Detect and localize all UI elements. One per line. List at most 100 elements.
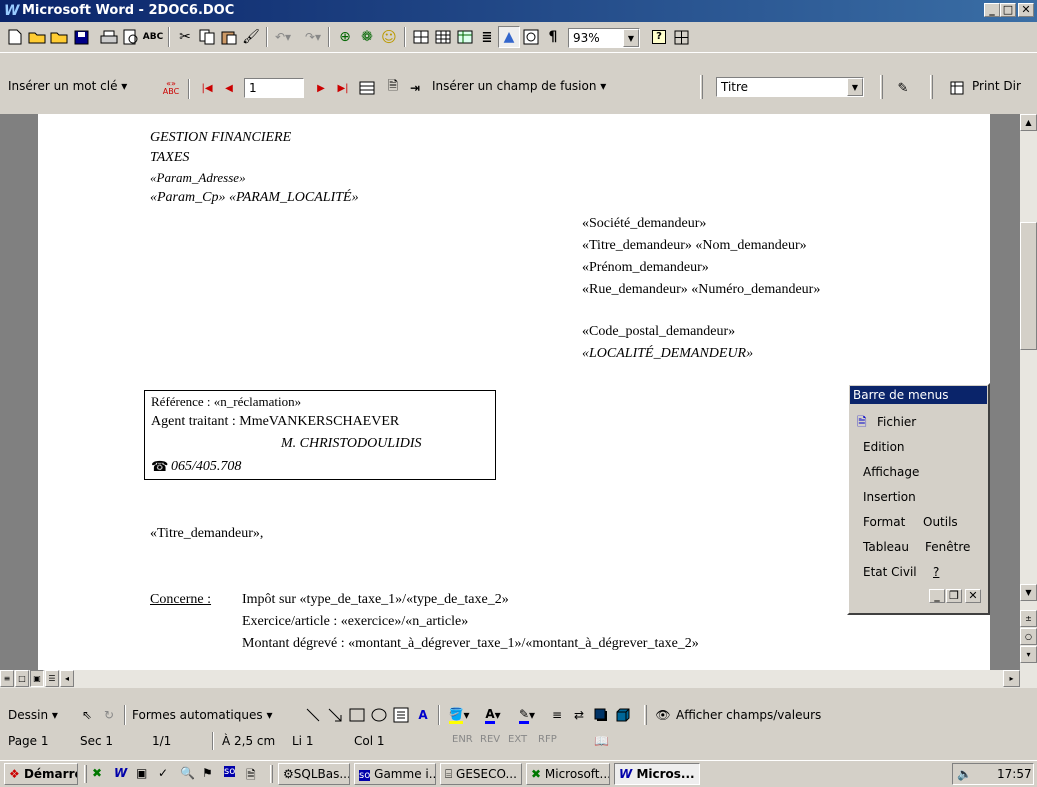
next-page-icon[interactable]: ▾ [1020,646,1037,663]
menu-outils[interactable]: Outils [923,515,958,529]
fill-color-icon[interactable]: 🪣 ▾ [444,704,474,726]
insert-merge-field-button[interactable]: Insérer un champ de fusion ▾ [432,79,606,93]
status-rev[interactable]: REV [480,734,500,745]
task-sqlbas[interactable]: ⚙SQLBas... [278,763,350,785]
open-web-folder-icon[interactable] [48,26,70,48]
select-objects-icon[interactable]: ⇖ [76,704,98,726]
open-folder-icon[interactable] [26,26,48,48]
grid-icon[interactable] [670,26,692,48]
oval-icon[interactable] [368,704,390,726]
undo-icon[interactable]: ↶▾ [272,26,294,48]
first-record-icon[interactable]: |◀ [196,77,218,99]
insert-excel-icon[interactable] [454,26,476,48]
task-geseco[interactable]: ⌸ GESECO... [440,763,522,785]
menu-fenetre[interactable]: Fenêtre [925,540,970,554]
wordart-icon[interactable]: A [412,704,434,726]
status-rfp[interactable]: RFP [538,734,557,745]
show-fields-icon[interactable]: 👁 [652,704,674,726]
previous-record-icon[interactable]: ◀ [218,77,240,99]
scroll-left-icon[interactable]: ◂ [60,670,74,687]
quicklaunch-icon-5[interactable]: 🔍 [180,766,195,780]
web-toolbar-icon[interactable]: ❁ [356,26,378,48]
menu-fichier[interactable]: Fichier [877,415,916,429]
select-browse-object-icon[interactable]: ○ [1020,628,1037,645]
status-enr[interactable]: ENR [452,734,473,745]
desktop-quicklaunch-icon[interactable]: ▣ [136,766,147,780]
float-restore-button[interactable]: ❐ [946,589,962,603]
cut-icon[interactable]: ✂ [174,26,196,48]
menu-format[interactable]: Format [863,515,905,529]
page-view-icon[interactable]: ▣ [30,670,44,687]
paste-icon[interactable] [218,26,240,48]
book-spelling-icon[interactable]: 📖 [594,734,609,748]
quicklaunch-icon-4[interactable]: ✓ [158,766,168,780]
line-icon[interactable] [302,704,324,726]
excel-quicklaunch-icon[interactable]: ✖ [92,766,102,780]
view-merged-data-icon[interactable]: «» ABC [160,77,182,99]
menu-edition[interactable]: Edition [863,440,905,454]
float-close-button[interactable]: ✕ [965,589,981,603]
insert-keyword-button[interactable]: Insérer un mot clé ▾ [8,79,127,93]
free-rotate-icon[interactable]: ↻ [98,704,120,726]
close-button[interactable]: ✕ [1018,3,1034,17]
rectangle-icon[interactable] [346,704,368,726]
line-color-icon[interactable]: A ▾ [478,704,508,726]
menu-help[interactable]: ? [933,565,939,579]
print-preview-icon[interactable] [120,26,142,48]
task-microsoft-excel[interactable]: ✖ Microsoft... [526,763,610,785]
last-record-icon[interactable]: ▶| [332,77,354,99]
line-style-icon[interactable]: ≡ [546,704,568,726]
vertical-scrollbar[interactable]: ▲ ▼ ± ○ ▾ [1020,114,1037,670]
quicklaunch-icon-8[interactable]: 🗎 [246,766,256,787]
word-quicklaunch-icon[interactable]: W [114,766,127,780]
scroll-right-icon[interactable]: ▸ [1003,670,1020,687]
style-select[interactable]: Titre ▼ [716,77,864,97]
text-box-icon[interactable] [390,704,412,726]
tables-borders-icon[interactable] [410,26,432,48]
minimize-button[interactable]: _ [984,3,1000,17]
task-gamme[interactable]: so Gamme i... [354,763,436,785]
print-direct-button[interactable]: Print Dir [972,79,1021,93]
menu-etat-civil[interactable]: Etat Civil [863,565,917,579]
next-record-icon[interactable]: ▶ [310,77,332,99]
zoom-select[interactable]: 93% ▼ [568,28,640,48]
shadow-icon[interactable] [590,704,612,726]
help-icon[interactable]: ? [648,26,670,48]
outline-view-icon[interactable]: ☰ [45,670,59,687]
insert-table-icon[interactable] [432,26,454,48]
arrow-icon[interactable] [324,704,346,726]
normal-view-icon[interactable]: ≡ [0,670,14,687]
merge-field-icon[interactable]: ⇥ [404,77,426,99]
menu-insertion[interactable]: Insertion [863,490,916,504]
menu-tableau[interactable]: Tableau [863,540,909,554]
mail-merge-helper-icon[interactable] [356,77,378,99]
menu-affichage[interactable]: Affichage [863,465,919,479]
quicklaunch-icon-6[interactable]: ⚑ [202,766,213,780]
format-painter-icon[interactable]: 🖌 [240,26,262,48]
quicklaunch-icon-7[interactable]: so [224,766,236,777]
hyperlink-icon[interactable]: ⊕ [334,26,356,48]
save-icon[interactable] [70,26,92,48]
smiley-icon[interactable]: ☺ [378,26,400,48]
autoshapes-button[interactable]: Formes automatiques ▾ [132,708,272,722]
task-microsoft-word[interactable]: W Micros... [614,763,700,785]
status-ext[interactable]: EXT [508,734,527,745]
print-icon[interactable] [98,26,120,48]
maximize-button[interactable]: □ [1000,3,1016,17]
web-view-icon[interactable]: □ [15,670,29,687]
draw-menu-button[interactable]: Dessin ▾ [8,708,58,722]
scroll-thumb[interactable] [1020,222,1037,350]
scroll-up-icon[interactable]: ▲ [1020,114,1037,131]
spelling-icon[interactable]: ABC [142,26,164,48]
font-color-icon[interactable]: ✎ ▾ [512,704,542,726]
drawing-icon[interactable]: ▲ [498,26,520,48]
columns-icon[interactable]: ≣ [476,26,498,48]
dash-style-icon[interactable]: ⇄ [568,704,590,726]
document-map-icon[interactable] [520,26,542,48]
show-fields-button[interactable]: Afficher champs/valeurs [676,708,821,722]
float-minimize-button[interactable]: _ [929,589,945,603]
start-button[interactable]: ❖ Démarrer [4,763,78,785]
copy-icon[interactable] [196,26,218,48]
edit-document-icon[interactable]: ✎ [892,77,914,99]
redo-icon[interactable]: ↷▾ [302,26,324,48]
